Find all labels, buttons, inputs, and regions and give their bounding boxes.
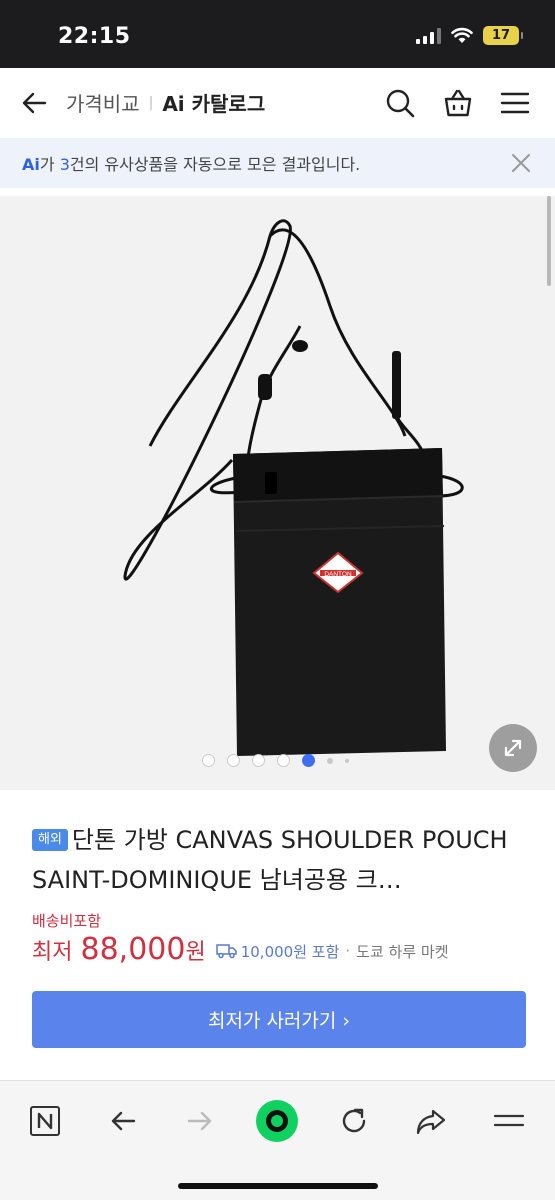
- back-icon[interactable]: [101, 1099, 145, 1143]
- banner-text-after: 건의 유사상품을 자동으로 모은 결과입니다.: [69, 155, 361, 174]
- gallery-dot[interactable]: [327, 757, 333, 764]
- forward-icon[interactable]: [178, 1099, 222, 1143]
- badge-text: DANTON: [324, 571, 352, 578]
- signal-icon: [416, 27, 441, 44]
- ai-info-banner: Ai가 3건의 유사상품을 자동으로 모은 결과입니다.: [0, 138, 555, 188]
- scrollbar[interactable]: [547, 196, 551, 286]
- expand-image-button[interactable]: [489, 724, 537, 772]
- banner-message: Ai가 3건의 유사상품을 자동으로 모은 결과입니다.: [22, 151, 360, 175]
- product-title[interactable]: 해외 단톤 가방 CANVAS SHOULDER POUCH SAINT-DOMI…: [32, 820, 532, 900]
- close-icon[interactable]: [509, 151, 533, 175]
- price-unit: 원: [185, 940, 206, 965]
- menu-lines-icon[interactable]: [487, 1099, 531, 1143]
- banner-text-before: 가: [39, 155, 60, 174]
- reload-icon[interactable]: [332, 1099, 376, 1143]
- home-indicator[interactable]: [178, 1183, 378, 1189]
- product-info: 해외 단톤 가방 CANVAS SHOULDER POUCH SAINT-DOMI…: [0, 800, 555, 1080]
- product-image-gallery[interactable]: DANTON: [0, 196, 555, 790]
- header: 가격비교 | Ai 카탈로그: [0, 68, 555, 138]
- green-home-icon[interactable]: [255, 1099, 299, 1143]
- gallery-pagination: [0, 754, 555, 767]
- search-icon[interactable]: [383, 86, 417, 120]
- shipping-fee: 10,000원 포함: [240, 942, 340, 961]
- buy-lowest-price-button[interactable]: 최저가 사러가기 ›: [32, 991, 526, 1048]
- share-icon[interactable]: [409, 1099, 453, 1143]
- overseas-badge: 해외: [32, 829, 68, 851]
- status-bar: 22:15 17: [0, 0, 555, 68]
- delivery-truck-icon: [215, 944, 237, 959]
- breadcrumb-ai-catalog: Ai 카탈로그: [162, 92, 266, 116]
- cart-icon[interactable]: [441, 86, 475, 120]
- breadcrumb: 가격비교 | Ai 카탈로그: [66, 88, 265, 117]
- breadcrumb-separator: |: [148, 94, 154, 111]
- expand-icon: [504, 739, 522, 757]
- product-image: DANTON: [123, 219, 464, 756]
- price-prefix: 최저: [32, 940, 73, 965]
- price-row: 최저 88,000 원 10,000원 포함 · 도쿄 하루 마켓: [32, 932, 449, 967]
- wifi-icon: [451, 27, 473, 43]
- shipping-info: 10,000원 포함 · 도쿄 하루 마켓: [215, 941, 449, 962]
- gallery-dot[interactable]: [345, 758, 349, 763]
- menu-icon[interactable]: [498, 86, 532, 120]
- gallery-dot[interactable]: [252, 754, 265, 767]
- price-value: 88,000: [80, 932, 186, 967]
- naver-n-icon[interactable]: [23, 1099, 67, 1143]
- banner-ai-label: Ai: [22, 155, 40, 174]
- separator: ·: [345, 942, 351, 960]
- back-arrow-icon[interactable]: [18, 86, 52, 120]
- gallery-dot[interactable]: [202, 754, 215, 767]
- banner-count: 3: [59, 155, 70, 174]
- gallery-dot[interactable]: [277, 754, 290, 767]
- shipping-included-label: 배송비포함: [32, 912, 102, 930]
- status-icons: 17: [416, 26, 523, 45]
- battery-icon: 17: [483, 26, 523, 45]
- breadcrumb-price-compare[interactable]: 가격비교: [66, 88, 140, 117]
- gallery-dot-active[interactable]: [302, 754, 315, 767]
- seller-name[interactable]: 도쿄 하루 마켓: [356, 941, 448, 962]
- product-title-text: 단톤 가방 CANVAS SHOULDER POUCH SAINT-DOMINI…: [32, 826, 508, 894]
- status-time: 22:15: [58, 24, 131, 49]
- gallery-dot[interactable]: [227, 754, 240, 767]
- browser-toolbar: [0, 1080, 555, 1200]
